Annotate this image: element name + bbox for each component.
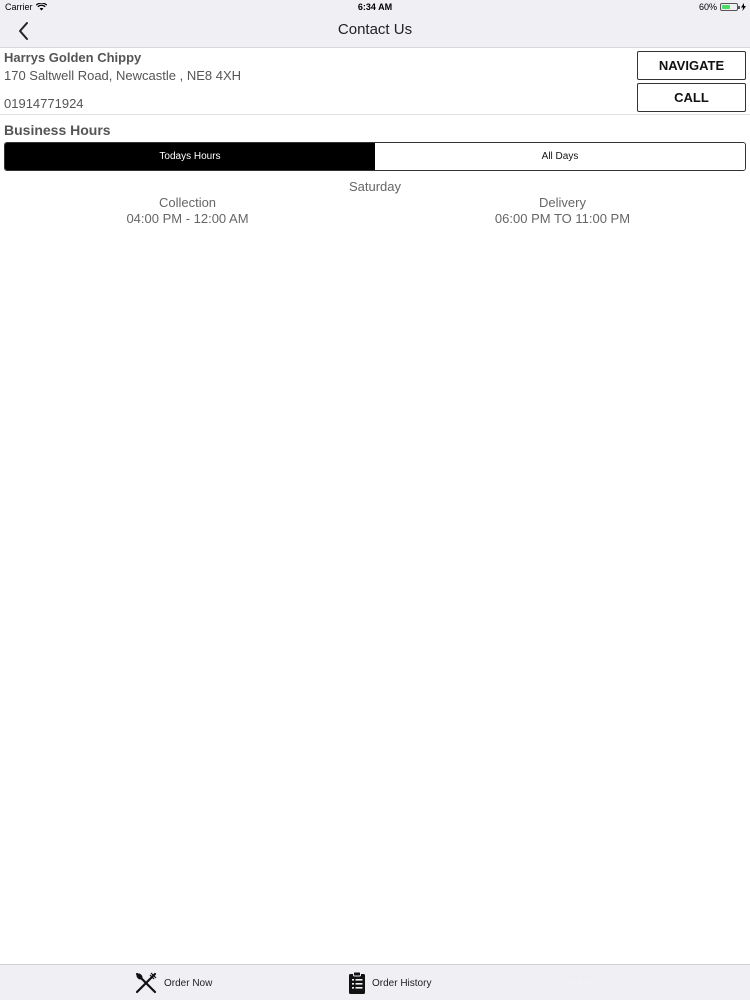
business-phone: 01914771924	[4, 96, 84, 111]
navigate-button[interactable]: NAVIGATE	[637, 51, 746, 80]
hours-segmented-control: Todays Hours All Days	[4, 142, 746, 171]
fork-knife-icon	[135, 972, 157, 994]
more-dots-icon: ●●●	[570, 977, 592, 989]
tab-more[interactable]: ●●● More	[570, 965, 620, 1000]
battery-percent: 60%	[698, 2, 717, 12]
delivery-title: Delivery	[539, 195, 586, 210]
tab-order-history-label: Order History	[372, 977, 432, 989]
collection-title: Collection	[158, 195, 217, 210]
tab-more-label: More	[597, 977, 620, 989]
status-time: 6:34 AM	[357, 2, 393, 12]
business-hours-heading: Business Hours	[4, 122, 111, 138]
business-name: Harrys Golden Chippy	[4, 50, 142, 65]
tab-todays-hours[interactable]: Todays Hours	[5, 143, 375, 170]
tab-all-days[interactable]: All Days	[375, 143, 745, 170]
business-address: 170 Saltwell Road, Newcastle , NE8 4XH	[4, 68, 242, 83]
clipboard-icon	[349, 971, 365, 994]
collection-time: 04:00 PM - 12:00 AM	[126, 211, 249, 226]
tab-order-history[interactable]: Order History	[348, 965, 431, 1000]
business-info: Harrys Golden Chippy 170 Saltwell Road, …	[0, 48, 750, 115]
day-label: Saturday	[348, 179, 402, 194]
charging-bolt-icon	[741, 3, 746, 11]
battery-icon	[720, 3, 740, 11]
status-right: 60%	[699, 2, 746, 12]
page-title: Contact Us	[337, 21, 413, 38]
battery-level	[722, 5, 731, 9]
delivery-time: 06:00 PM TO 11:00 PM	[494, 211, 631, 226]
tab-bar: Order Now Order History ●●● More	[0, 964, 750, 1000]
nav-bar: Contact Us	[0, 14, 750, 48]
call-button[interactable]: CALL	[637, 83, 746, 112]
status-bar: Carrier 6:34 AM 60%	[0, 0, 750, 14]
tab-order-now-label: Order Now	[164, 977, 213, 989]
tab-order-now[interactable]: Order Now	[134, 965, 212, 1000]
